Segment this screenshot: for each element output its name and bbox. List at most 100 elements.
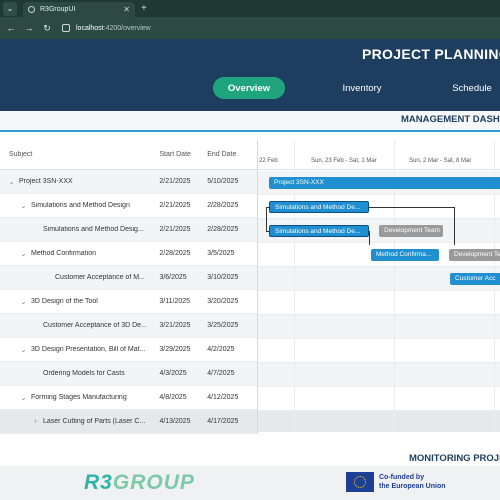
gantt-bar[interactable]: Method Confirma... — [371, 249, 439, 261]
table-row[interactable]: › Laser Cutting of Parts (Laser C... 4/13/… — [0, 410, 257, 434]
grid-header: Subject Start Date End Date — [0, 140, 257, 170]
table-row[interactable]: ⌄Customer Acceptance of 3D De...3/21/202… — [0, 314, 257, 338]
eu-text-line2: the European Union — [379, 483, 446, 490]
table-row[interactable]: ⌄ 3D Design Presentation, Bill of Mat... 3… — [0, 338, 257, 362]
cell-start-date: 3/29/2025 — [159, 346, 191, 353]
subject-text: 3D Design of the Tool — [31, 298, 98, 305]
section-title: MANAGEMENT DASHB — [401, 114, 500, 125]
cell-end-date: 3/10/2025 — [207, 274, 239, 281]
cell-end-date: 3/20/2025 — [207, 298, 239, 305]
page-title: PROJECT PLANNING S — [362, 46, 500, 62]
cell-start-date: 2/21/2025 — [159, 178, 191, 185]
cell-end-date: 4/17/2025 — [207, 418, 239, 425]
cell-start-date: 4/8/2025 — [159, 394, 187, 401]
expand-chevron-icon[interactable]: ⌄ — [19, 346, 28, 354]
close-tab-icon[interactable]: ✕ — [123, 5, 130, 14]
column-header-start-date[interactable]: Start Date — [157, 151, 205, 158]
subject-text: Project 3SN-XXX — [19, 178, 73, 185]
expand-chevron-icon[interactable]: ⌄ — [19, 202, 28, 210]
cell-start-date: 3/6/2025 — [159, 274, 187, 281]
subject-text: 3D Design Presentation, Bill of Mat... — [31, 346, 146, 353]
browser-tab-bar: ⌄ R3GroupUI ✕ + — [0, 0, 500, 17]
table-row[interactable]: ⌄ Method Confirmation 2/28/2025 3/5/2025 — [0, 242, 257, 266]
gantt-grid: Subject Start Date End Date ⌄ Project 3SN… — [0, 140, 258, 434]
cell-start-date: 4/13/2025 — [159, 418, 191, 425]
cell-subject: › Laser Cutting of Parts (Laser C... — [0, 418, 157, 425]
cell-start-date: 2/28/2025 — [159, 250, 191, 257]
table-row[interactable]: ⌄ Forming Stages Manufacturing 4/8/2025 4/1… — [0, 386, 257, 410]
expand-chevron-icon[interactable]: ⌄ — [19, 250, 28, 258]
section-divider — [0, 130, 500, 132]
cell-end-date: 2/28/2025 — [207, 226, 239, 233]
subject-text: Customer Acceptance of M... — [55, 274, 145, 281]
cell-subject: ⌄Simulations and Method Desig... — [0, 226, 157, 234]
url-path: :4200/overview — [103, 24, 151, 32]
cell-start-date: 2/21/2025 — [159, 202, 191, 209]
forward-arrow-icon[interactable]: → — [22, 23, 36, 33]
gantt-bar[interactable]: Development Te — [449, 249, 500, 261]
expand-chevron-icon[interactable]: › — [31, 418, 40, 425]
table-row[interactable]: ⌄ Project 3SN-XXX 2/21/2025 5/10/2025 — [0, 170, 257, 194]
monitoring-title: MONITORING PROJE — [409, 453, 500, 464]
gantt-bar[interactable]: Development Team — [379, 225, 443, 237]
eu-text-line1: Co-funded by — [379, 474, 425, 481]
cell-end-date: 3/5/2025 — [207, 250, 235, 257]
gantt-bar[interactable]: Simulations and Method De... — [269, 201, 369, 213]
subject-text: Customer Acceptance of 3D De... — [43, 322, 147, 329]
back-arrow-icon[interactable]: ← — [4, 23, 18, 33]
cell-end-date: 3/25/2025 — [207, 322, 239, 329]
tab-schedule[interactable]: Schedule — [444, 77, 500, 99]
cell-subject: ⌄Customer Acceptance of M... — [0, 274, 157, 282]
expand-chevron-icon[interactable]: ⌄ — [7, 178, 16, 186]
gantt-timeline: 22 Feb Sun, 23 Feb - Sat, 1 Mar Sun, 2 M… — [258, 140, 500, 432]
url-host: localhost — [76, 24, 104, 32]
dependency-connector — [369, 231, 370, 245]
url-field[interactable]: localhost :4200/overview — [62, 24, 151, 32]
cell-subject: ⌄ Simulations and Method Design — [0, 202, 157, 210]
browser-tab[interactable]: R3GroupUI ✕ — [23, 2, 135, 17]
new-tab-button[interactable]: + — [141, 3, 147, 14]
table-row[interactable]: ⌄Customer Acceptance of M...3/6/2025 3/10… — [0, 266, 257, 290]
cell-subject: ⌄ 3D Design of the Tool — [0, 298, 157, 306]
subject-text: Forming Stages Manufacturing — [31, 394, 127, 401]
subject-text: Simulations and Method Desig... — [43, 226, 144, 233]
table-row[interactable]: ⌄ Simulations and Method Design 2/21/2025 2… — [0, 194, 257, 218]
column-header-end-date[interactable]: End Date — [205, 151, 257, 158]
dependency-connector — [369, 207, 455, 208]
gantt-bar[interactable]: Project 3SN-XXX — [269, 177, 500, 189]
subject-text: Ordering Models for Casts — [43, 370, 125, 377]
table-row[interactable]: ⌄Ordering Models for Casts4/3/2025 4/7/20… — [0, 362, 257, 386]
expand-chevron-icon[interactable]: ⌄ — [19, 298, 28, 306]
cell-end-date: 2/28/2025 — [207, 202, 239, 209]
expand-chevron-icon[interactable]: ⌄ — [19, 394, 28, 402]
subject-text: Laser Cutting of Parts (Laser C... — [43, 418, 146, 425]
logo-text-a: R3 — [84, 471, 113, 494]
dependency-connector — [266, 231, 270, 232]
table-row[interactable]: ⌄ 3D Design of the Tool 3/11/2025 3/20/2025 — [0, 290, 257, 314]
cell-start-date: 4/3/2025 — [159, 370, 187, 377]
subject-text: Method Confirmation — [31, 250, 96, 257]
cell-subject: ⌄ Project 3SN-XXX — [0, 178, 157, 186]
timeline-week-label: 22 Feb — [259, 158, 278, 164]
section-header: MANAGEMENT DASHB — [0, 111, 500, 131]
cell-subject: ⌄Ordering Models for Casts — [0, 370, 157, 378]
tab-overview[interactable]: Overview — [213, 77, 285, 99]
cell-start-date: 3/11/2025 — [159, 298, 191, 305]
timeline-week-label: Sun, 23 Feb - Sat, 1 Mar — [311, 158, 377, 164]
cell-subject: ⌄Customer Acceptance of 3D De... — [0, 322, 157, 330]
cell-start-date: 2/21/2025 — [159, 226, 191, 233]
gantt-bar[interactable]: Simulations and Method De... — [269, 225, 369, 237]
column-header-subject[interactable]: Subject — [0, 151, 157, 158]
cell-subject: ⌄ Forming Stages Manufacturing — [0, 394, 157, 402]
dependency-connector — [266, 207, 270, 208]
site-info-icon[interactable] — [62, 24, 70, 32]
tab-menu-chevron-icon[interactable]: ⌄ — [3, 1, 17, 16]
r3group-logo: R3GROUP — [84, 471, 195, 495]
table-row[interactable]: ⌄Simulations and Method Desig...2/21/202… — [0, 218, 257, 242]
cell-end-date: 5/10/2025 — [207, 178, 239, 185]
reload-icon[interactable]: ↻ — [40, 23, 54, 34]
tab-inventory[interactable]: Inventory — [330, 77, 394, 99]
gantt-bar[interactable]: Customer Acc — [450, 273, 500, 285]
subject-text: Simulations and Method Design — [31, 202, 130, 209]
timeline-week-label: Sun, 2 Mar - Sat, 8 Mar — [409, 158, 472, 164]
